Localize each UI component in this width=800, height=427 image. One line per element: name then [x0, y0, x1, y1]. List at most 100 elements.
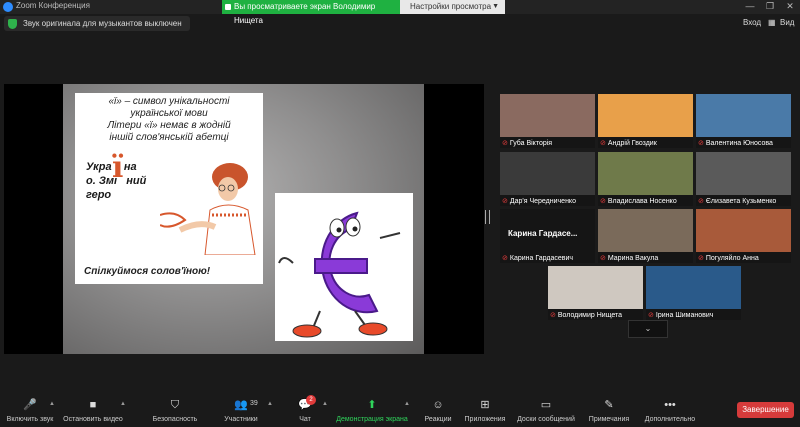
slide-yi-letter: ї	[112, 150, 124, 185]
participant-tile[interactable]: ⊘ Ірина Шиманович	[646, 266, 741, 320]
ye-letter-text: Є	[335, 340, 336, 341]
participant-name-text: Андрій Гвоздик	[607, 140, 657, 147]
shield-icon: ⛉	[170, 399, 180, 411]
share-banner-text: Вы просматриваете экран Володимир Нищета	[234, 2, 376, 25]
participant-tile[interactable]: ⊘ Губа Вікторія	[500, 94, 595, 148]
shield-icon	[8, 18, 17, 29]
participant-tile[interactable]: Карина Гардасе... ⊘ Карина Гардасевич	[500, 209, 595, 263]
more-dots-icon: •••	[664, 399, 676, 411]
participant-video	[696, 152, 791, 195]
participant-name: ⊘ Погуляйло Анна	[698, 254, 759, 262]
participant-name: ⊘ Єлизавета Кузьменко	[698, 197, 776, 205]
mic-muted-icon: ⊘	[502, 255, 508, 262]
share-chevron-icon[interactable]: ▲	[404, 401, 410, 407]
view-button[interactable]: Вид	[780, 18, 794, 27]
participants-button[interactable]: 👥 Участники	[220, 392, 262, 423]
participant-name: ⊘ Ірина Шиманович	[648, 311, 713, 319]
participant-tile[interactable]: ⊘ Владислава Носенко	[598, 152, 693, 206]
enter-button[interactable]: Вход	[743, 18, 761, 27]
share-indicator-icon	[225, 4, 231, 10]
participant-tile[interactable]: ⊘ Володимир Нищета	[548, 266, 643, 320]
ukr-part-e: геро	[86, 189, 112, 201]
participant-tile[interactable]: ⊘ Валентина Юносова	[696, 94, 791, 148]
ukr-part-d: ний	[126, 175, 147, 187]
whiteboard-icon: ▭	[540, 399, 552, 411]
participant-name-text: Єлизавета Кузьменко	[705, 198, 777, 205]
chevron-down-icon: ▼	[492, 3, 499, 10]
mic-muted-icon: ⊘	[698, 140, 704, 147]
minimize-icon[interactable]: —	[740, 1, 760, 11]
mic-muted-icon: ⊘	[502, 198, 508, 205]
participant-tile[interactable]: ⊘ Погуляйло Анна	[696, 209, 791, 263]
chat-button[interactable]: 💬 Чат	[290, 392, 320, 423]
end-meeting-button[interactable]: Завершение	[737, 402, 794, 418]
notes-button[interactable]: ✎ Примечания	[584, 392, 634, 423]
share-screen-button[interactable]: ⬆ Демонстрация экрана	[332, 392, 412, 423]
ukr-part-b: на	[123, 161, 137, 173]
participant-name-text: Погуляйло Анна	[705, 255, 759, 262]
participant-name: ⊘ Губа Вікторія	[502, 139, 552, 147]
mic-muted-icon: ⊘	[502, 140, 508, 147]
woman-illustration	[160, 163, 256, 255]
close-icon[interactable]: ✕	[780, 1, 800, 12]
apps-button[interactable]: ⊞ Приложения	[460, 392, 510, 423]
participant-name-text: Дар'я Чередниченко	[509, 198, 576, 205]
participant-name-text: Володимир Нищета	[557, 312, 623, 319]
resize-handle[interactable]	[485, 210, 490, 224]
apps-icon: ⊞	[480, 399, 490, 411]
meeting-toolbar: 🎤 Включить звук ▲ ■ Остановить видео ▲ ⛉ Бе…	[0, 392, 800, 427]
participant-name-text: Карина Гардасевич	[509, 255, 574, 262]
mic-muted-icon: ⊘	[600, 140, 606, 147]
share-arrow-icon: ⬆	[367, 399, 377, 411]
participants-chevron-icon[interactable]: ▲	[267, 401, 273, 407]
video-options-chevron-icon[interactable]: ▲	[120, 401, 126, 407]
participant-name-text: Марина Вакула	[607, 255, 659, 262]
chat-chevron-icon[interactable]: ▲	[322, 401, 328, 407]
participant-video	[598, 152, 693, 195]
participant-name: ⊘ Карина Гардасевич	[502, 254, 573, 262]
participant-name-text: Владислава Носенко	[607, 198, 677, 205]
participant-tile[interactable]: ⊘ Андрій Гвоздик	[598, 94, 693, 148]
video-camera-icon: ■	[89, 399, 97, 411]
letter-ye-character: Є	[278, 211, 401, 342]
audio-options-chevron-icon[interactable]: ▲	[49, 401, 55, 407]
window-title: Zoom Конференция	[16, 1, 90, 10]
participant-video	[500, 152, 595, 195]
zoom-logo-icon	[3, 2, 13, 12]
chat-unread-badge: 2	[306, 395, 316, 405]
participant-name: ⊘ Валентина Юносова	[698, 139, 773, 147]
mic-muted-icon: ⊘	[698, 255, 704, 262]
participant-name: ⊘ Марина Вакула	[600, 254, 658, 262]
whiteboards-button[interactable]: ▭ Доски сообщений	[514, 392, 578, 423]
slide-speak-text: Спілкуймося солов'їною!	[84, 266, 211, 277]
mic-muted-icon: ⊘	[648, 312, 654, 319]
mic-muted-icon: ⊘	[698, 198, 704, 205]
slide-card-text: «ї» – символ унікальності української мо…	[77, 96, 261, 144]
notice-text: Звук оригинала для музыкантов выключен	[23, 19, 182, 28]
participant-video	[696, 94, 791, 137]
participant-video	[500, 94, 595, 137]
participant-name: ⊘ Дар'я Чередниченко	[502, 197, 576, 205]
participant-tile[interactable]: ⊘ Дар'я Чередниченко	[500, 152, 595, 206]
screen-share-banner: Вы просматриваете экран Володимир Нищета	[222, 0, 400, 25]
slide-card-right: Є	[275, 193, 413, 342]
mic-muted-icon: ⊘	[550, 312, 556, 319]
unmute-button[interactable]: 🎤 Включить звук	[4, 392, 56, 423]
participant-name-placeholder: Карина Гардасе...	[508, 229, 578, 238]
gallery-next-chevron-icon[interactable]: ⌄	[628, 320, 668, 338]
security-button[interactable]: ⛉ Безопасность	[150, 392, 200, 423]
maximize-icon[interactable]: ❐	[760, 1, 780, 12]
more-button[interactable]: ••• Дополнительно	[640, 392, 700, 423]
slide-line-2: української мови	[130, 108, 208, 119]
slide-line-3: Літери «ї» немає в жодній	[107, 120, 231, 131]
participant-tile[interactable]: ⊘ Єлизавета Кузьменко	[696, 152, 791, 206]
participant-name-text: Губа Вікторія	[509, 140, 553, 147]
reactions-button[interactable]: ☺ Реакции	[420, 392, 456, 423]
view-options-button[interactable]: Настройки просмотра ▼	[400, 0, 505, 14]
grid-icon[interactable]: ▦	[768, 18, 776, 27]
stop-video-button[interactable]: ■ Остановить видео	[62, 392, 124, 423]
view-options-label: Настройки просмотра	[410, 2, 492, 11]
participant-tile[interactable]: ⊘ Марина Вакула	[598, 209, 693, 263]
participants-count: 39	[250, 400, 258, 407]
participant-name: ⊘ Андрій Гвоздик	[600, 139, 657, 147]
